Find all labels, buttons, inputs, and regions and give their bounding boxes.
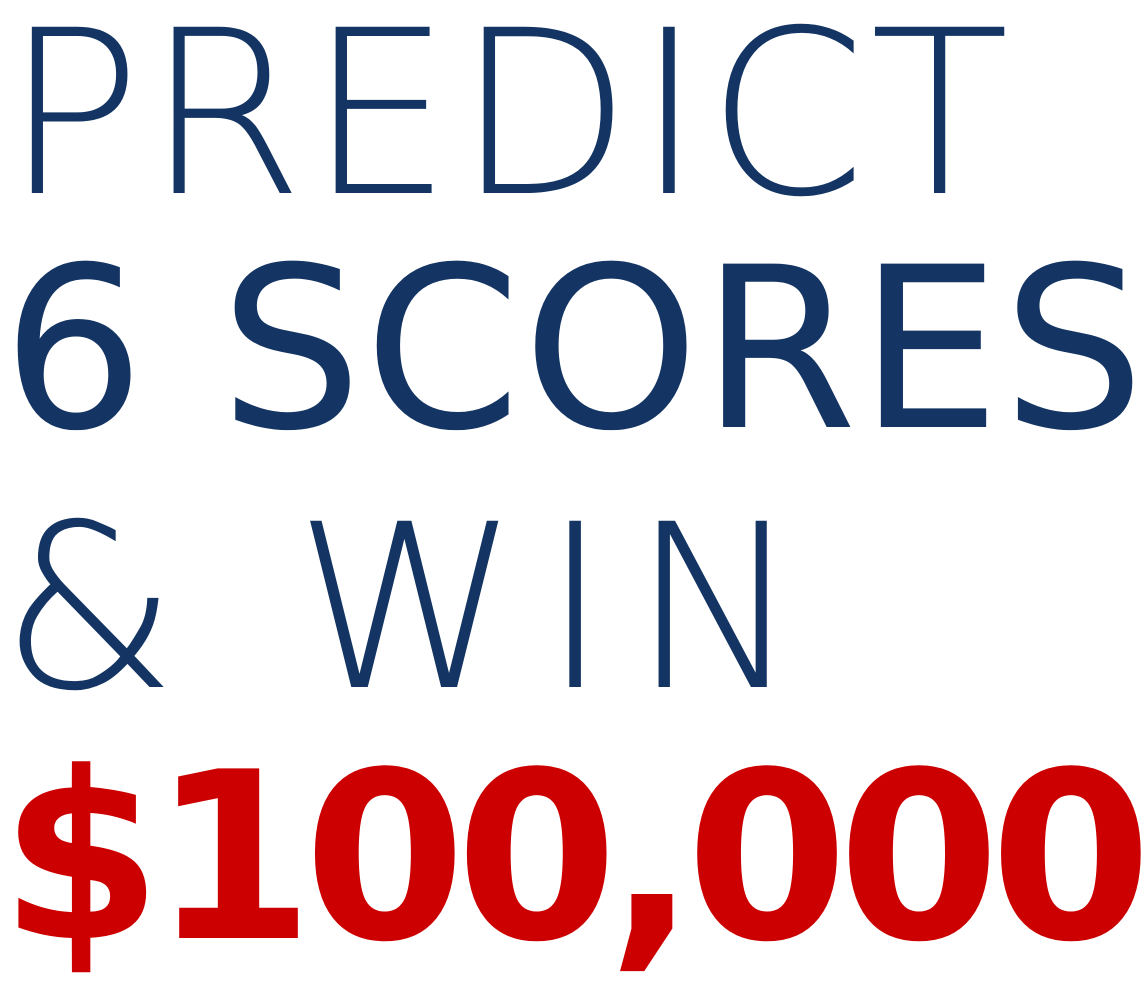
prize-amount: $100,000 xyxy=(0,722,1148,993)
promo-banner: PREDICT 6 SCORES & WIN $100,000 xyxy=(0,0,1148,1004)
headline-scores: 6 SCORES xyxy=(2,219,1147,480)
headline-predict: PREDICT xyxy=(4,0,1014,247)
headline-win: & WIN xyxy=(0,475,824,741)
